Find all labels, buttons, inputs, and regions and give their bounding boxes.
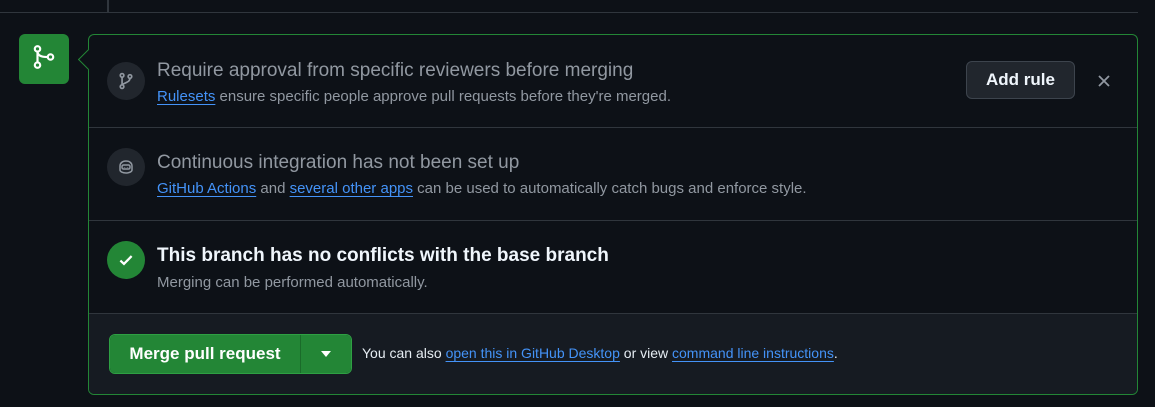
section-description: Rulesets ensure specific people approve … bbox=[157, 88, 671, 105]
timeline-line bbox=[107, 0, 109, 12]
merge-options-dropdown[interactable] bbox=[301, 335, 351, 373]
footer-mid: or view bbox=[619, 345, 673, 361]
section-title: Continuous integration has not been set … bbox=[157, 152, 520, 173]
ci-section: Continuous integration has not been set … bbox=[89, 128, 1137, 221]
add-rule-button[interactable]: Add rule bbox=[966, 61, 1075, 99]
merge-status-badge bbox=[19, 34, 69, 84]
merge-box: Require approval from specific reviewers… bbox=[88, 34, 1138, 395]
branch-rules-section: Require approval from specific reviewers… bbox=[89, 35, 1137, 128]
section-description: GitHub Actions and several other apps ca… bbox=[157, 180, 807, 197]
other-apps-link[interactable]: several other apps bbox=[290, 180, 413, 197]
merge-button-group: Merge pull request bbox=[109, 334, 352, 374]
section-title: Require approval from specific reviewers… bbox=[157, 60, 634, 81]
open-in-desktop-link[interactable]: open this in GitHub Desktop bbox=[446, 345, 620, 361]
rulesets-link[interactable]: Rulesets bbox=[157, 88, 215, 105]
description-text: can be used to automatically catch bugs … bbox=[413, 180, 807, 197]
check-icon bbox=[107, 241, 145, 279]
section-title: This branch has no conflicts with the ba… bbox=[157, 245, 609, 266]
git-branch-icon bbox=[107, 62, 145, 100]
conflicts-section: This branch has no conflicts with the ba… bbox=[89, 221, 1137, 314]
description-text: and bbox=[256, 180, 290, 197]
timeline-divider bbox=[0, 12, 1138, 13]
footer-prefix: You can also bbox=[362, 345, 446, 361]
section-description: Merging can be performed automatically. bbox=[157, 274, 428, 291]
close-icon[interactable] bbox=[1093, 70, 1115, 92]
git-merge-icon bbox=[31, 44, 57, 75]
footer-suffix: . bbox=[833, 345, 838, 361]
footer-text: You can also open this in GitHub Desktop… bbox=[362, 345, 838, 361]
command-line-instructions-link[interactable]: command line instructions bbox=[672, 345, 834, 361]
triangle-down-icon bbox=[320, 345, 332, 363]
copilot-icon bbox=[107, 148, 145, 186]
description-text: ensure specific people approve pull requ… bbox=[215, 88, 671, 105]
merge-pull-request-button[interactable]: Merge pull request bbox=[110, 335, 301, 373]
github-actions-link[interactable]: GitHub Actions bbox=[157, 180, 256, 197]
merge-footer: Merge pull request You can also open thi… bbox=[89, 314, 1137, 394]
